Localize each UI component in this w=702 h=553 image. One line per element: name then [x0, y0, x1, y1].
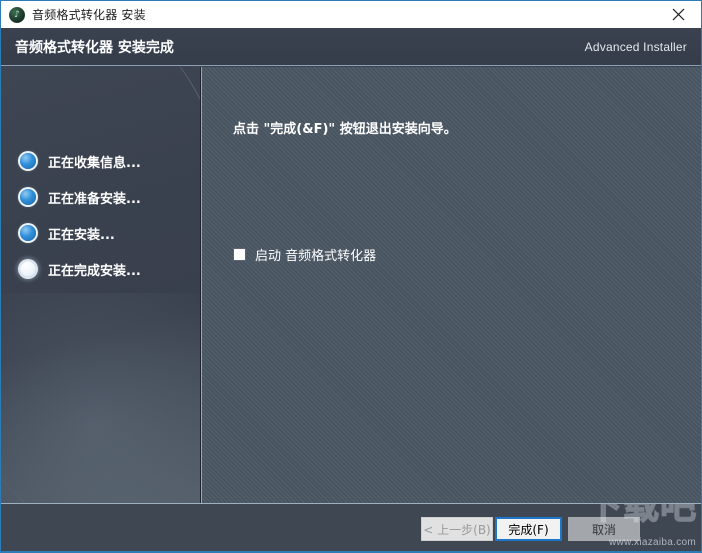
- step-bullet-current-icon: [20, 261, 36, 277]
- sidebar-step-collecting: 正在收集信息...: [1, 143, 200, 179]
- sidebar-step-label: 正在收集信息...: [48, 155, 141, 171]
- launch-app-checkbox[interactable]: [233, 248, 246, 261]
- launch-app-label: 启动 音频格式转化器: [255, 249, 377, 264]
- sidebar-step-finishing: 正在完成安装...: [1, 251, 200, 287]
- sidebar: 正在收集信息... 正在准备安装... 正在安装... 正在完成安装...: [1, 67, 201, 503]
- launch-app-row[interactable]: 启动 音频格式转化器: [233, 245, 376, 264]
- body-area: 正在收集信息... 正在准备安装... 正在安装... 正在完成安装... 点击…: [1, 67, 701, 503]
- sidebar-step-label: 正在完成安装...: [48, 263, 141, 279]
- content-panel: 点击 "完成(&F)" 按钮退出安装向导。 启动 音频格式转化器: [201, 67, 701, 503]
- title-bar: ♪ 音频格式转化器 安装: [1, 1, 701, 29]
- cancel-button[interactable]: 取消: [568, 517, 640, 541]
- sidebar-step-installing: 正在安装...: [1, 215, 200, 251]
- button-bar: < 上一步(B) 完成(F) 取消 下载吧 www.xiazaiba.com: [1, 503, 701, 551]
- sidebar-step-label: 正在准备安装...: [48, 191, 141, 207]
- close-icon[interactable]: [656, 1, 701, 28]
- window-title: 音频格式转化器 安装: [32, 8, 146, 22]
- back-button[interactable]: < 上一步(B): [421, 517, 493, 541]
- sidebar-glow-decoration: [1, 293, 200, 503]
- step-bullet-icon: [20, 225, 36, 241]
- finish-button[interactable]: 完成(F): [495, 517, 562, 541]
- installer-window: ♪ 音频格式转化器 安装 音频格式转化器 安装完成 Advanced Insta…: [0, 0, 702, 553]
- app-disc-icon: ♪: [9, 6, 25, 23]
- page-title: 音频格式转化器 安装完成: [15, 39, 174, 56]
- finish-message: 点击 "完成(&F)" 按钮退出安装向导。: [233, 122, 457, 137]
- sidebar-step-label: 正在安装...: [48, 227, 115, 243]
- step-bullet-icon: [20, 189, 36, 205]
- step-list: 正在收集信息... 正在准备安装... 正在安装... 正在完成安装...: [1, 143, 200, 287]
- header-banner: 音频格式转化器 安装完成 Advanced Installer: [1, 28, 701, 66]
- installer-brand: Advanced Installer: [584, 39, 687, 54]
- step-bullet-icon: [20, 153, 36, 169]
- sidebar-step-preparing: 正在准备安装...: [1, 179, 200, 215]
